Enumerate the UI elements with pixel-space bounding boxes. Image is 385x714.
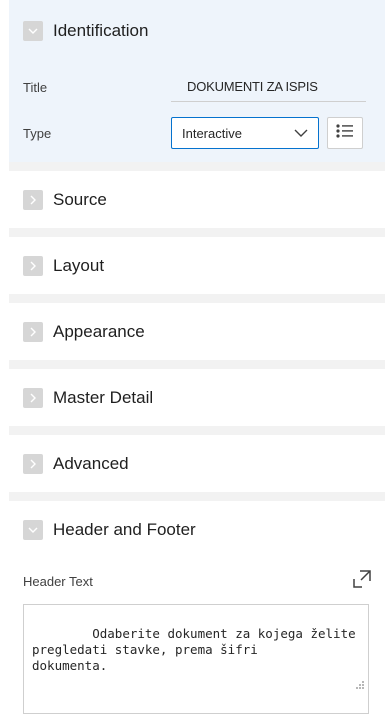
- section-title-source: Source: [53, 189, 107, 209]
- section-layout-header[interactable]: Layout: [9, 237, 385, 294]
- section-identification-body: Title DOKUMENTI ZA ISPIS Type Interactiv…: [9, 62, 385, 162]
- section-title-appearance: Appearance: [53, 321, 145, 341]
- chevron-down-icon[interactable]: [23, 519, 43, 540]
- section-divider: [9, 228, 385, 237]
- expand-editor-icon: [352, 569, 372, 594]
- section-identification-header[interactable]: Identification: [9, 0, 385, 62]
- type-select-value: Interactive: [182, 125, 242, 141]
- list-icon: [336, 123, 354, 143]
- section-source-header[interactable]: Source: [9, 171, 385, 228]
- list-button[interactable]: [327, 117, 363, 149]
- field-label-type: Type: [23, 125, 52, 141]
- chevron-right-icon[interactable]: [23, 453, 43, 474]
- section-title-header-footer: Header and Footer: [53, 519, 196, 539]
- field-label-title: Title: [23, 79, 48, 95]
- field-row-title: Title DOKUMENTI ZA ISPIS: [9, 62, 385, 112]
- chevron-right-icon[interactable]: [23, 321, 43, 342]
- section-master-detail-header[interactable]: Master Detail: [9, 369, 385, 426]
- section-divider: [9, 492, 385, 501]
- section-divider: [9, 360, 385, 369]
- chevron-right-icon[interactable]: [23, 387, 43, 408]
- chevron-down-icon: [294, 126, 308, 141]
- section-divider: [9, 294, 385, 303]
- expand-editor-button[interactable]: [351, 569, 373, 594]
- section-title-identification: Identification: [53, 21, 149, 40]
- section-advanced-header[interactable]: Advanced: [9, 435, 385, 492]
- chevron-right-icon[interactable]: [23, 189, 43, 210]
- field-label-header-text: Header Text: [23, 573, 93, 589]
- section-header-footer-header[interactable]: Header and Footer: [9, 501, 385, 558]
- title-input[interactable]: DOKUMENTI ZA ISPIS: [171, 72, 366, 102]
- field-row-header-text: Header Text: [9, 558, 385, 604]
- section-divider: [9, 426, 385, 435]
- type-select[interactable]: Interactive: [171, 117, 319, 149]
- resize-grip-icon[interactable]: [280, 662, 365, 710]
- field-row-type: Type Interactive: [9, 112, 385, 154]
- chevron-down-icon[interactable]: [23, 21, 43, 41]
- section-title-layout: Layout: [53, 255, 105, 275]
- section-appearance-header[interactable]: Appearance: [9, 303, 385, 360]
- header-text-textarea[interactable]: Odaberite dokument za kojega želite preg…: [23, 604, 369, 714]
- panel-left-edge: [0, 0, 9, 682]
- section-title-master-detail: Master Detail: [53, 387, 154, 407]
- section-header-footer-body: Header Text Odaberite dokument za kojega…: [9, 558, 385, 714]
- section-title-advanced: Advanced: [53, 453, 129, 473]
- property-editor-panel: Identification Title DOKUMENTI ZA ISPIS …: [0, 0, 385, 714]
- property-groups: Identification Title DOKUMENTI ZA ISPIS …: [9, 0, 385, 714]
- section-divider: [9, 162, 385, 171]
- chevron-right-icon[interactable]: [23, 255, 43, 276]
